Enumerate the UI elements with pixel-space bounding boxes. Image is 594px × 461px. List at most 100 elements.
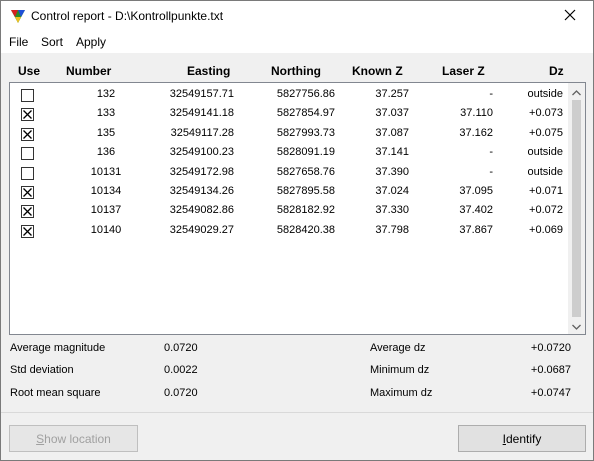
chevron-up-icon xyxy=(572,85,581,99)
cell-northing: 5827854.97 xyxy=(276,107,335,120)
cell-northing: 5828182.92 xyxy=(276,204,335,217)
window-title: Control report - D:\Kontrollpunkte.txt xyxy=(31,9,224,23)
cell-easting: 32549117.28 xyxy=(170,126,234,139)
cell-laser-z: - xyxy=(489,165,493,178)
scrollbar-thumb[interactable] xyxy=(572,100,581,317)
cell-laser-z: 37.095 xyxy=(459,185,493,197)
menu-file[interactable]: File xyxy=(9,35,28,49)
title-bar: Control report - D:\Kontrollpunkte.txt xyxy=(1,1,593,31)
cell-laser-z: 37.162 xyxy=(459,126,493,139)
menu-sort[interactable]: Sort xyxy=(41,35,63,49)
chevron-down-icon xyxy=(572,319,581,333)
checkbox-unchecked[interactable] xyxy=(21,147,34,161)
avg-dz-label: Average dz xyxy=(370,342,426,354)
cell-easting: 32549134.26 xyxy=(169,185,234,197)
checkbox-checked[interactable] xyxy=(21,127,34,141)
column-header-laser-z[interactable]: Laser Z xyxy=(442,64,485,78)
table-row[interactable]: 10131 32549172.98 5827658.76 37.390 - outside xyxy=(10,163,569,182)
cell-laser-z: 37.867 xyxy=(459,223,493,236)
cell-known-z: 37.024 xyxy=(375,185,409,197)
std-deviation-label: Std deviation xyxy=(10,364,74,376)
rms-value: 0.0720 xyxy=(164,387,198,399)
min-dz-value: +0.0687 xyxy=(530,364,571,376)
cell-easting: 32549172.98 xyxy=(169,165,234,178)
cell-number: 10134 xyxy=(90,185,122,197)
checkbox-checked[interactable] xyxy=(21,205,34,219)
cell-number: 133 xyxy=(96,107,116,120)
cell-number: 10140 xyxy=(90,223,122,236)
cell-northing: 5828091.19 xyxy=(276,146,335,159)
cell-laser-z: - xyxy=(489,146,493,159)
column-header-use[interactable]: Use xyxy=(18,64,40,78)
close-button[interactable] xyxy=(547,1,593,31)
cell-easting: 32549100.23 xyxy=(169,146,234,159)
cell-northing: 5827756.86 xyxy=(276,88,335,100)
cell-dz: +0.069 xyxy=(529,223,563,236)
identify-button[interactable]: Identify xyxy=(458,425,586,452)
triangle-color-icon xyxy=(10,8,26,24)
column-header-known-z[interactable]: Known Z xyxy=(352,64,403,78)
cell-number: 10137 xyxy=(90,204,122,217)
scroll-down-button[interactable] xyxy=(568,317,585,334)
cell-northing: 5827895.58 xyxy=(276,185,335,197)
checkbox-checked[interactable] xyxy=(21,186,34,199)
min-dz-label: Minimum dz xyxy=(370,364,430,376)
table-row[interactable]: 10140 32549029.27 5828420.38 37.798 37.867 +0… xyxy=(10,221,569,240)
cell-dz: +0.072 xyxy=(529,204,563,217)
cell-northing: 5827993.73 xyxy=(276,126,335,139)
cell-easting: 32549082.86 xyxy=(169,204,234,217)
vertical-scrollbar[interactable] xyxy=(568,83,585,334)
checkbox-checked[interactable] xyxy=(21,224,34,238)
table-row[interactable]: 132 32549157.71 5827756.86 37.257 - outside xyxy=(10,85,569,104)
max-dz-label: Maximum dz xyxy=(370,387,433,399)
close-icon xyxy=(564,9,576,24)
identify-label: Identify xyxy=(502,431,542,446)
column-header-number[interactable]: Number xyxy=(66,64,111,78)
cell-easting: 32549157.71 xyxy=(169,88,234,100)
cell-number: 132 xyxy=(96,88,116,100)
avg-magnitude-label: Average magnitude xyxy=(10,342,106,354)
statistics-panel: Average magnitude 0.0720 Std deviation 0… xyxy=(1,337,593,407)
cell-known-z: 37.037 xyxy=(375,107,409,120)
cell-known-z: 37.798 xyxy=(375,223,409,236)
cell-known-z: 37.257 xyxy=(375,88,409,100)
cell-known-z: 37.087 xyxy=(375,126,409,139)
rms-label: Root mean square xyxy=(10,387,101,399)
column-header-northing[interactable]: Northing xyxy=(271,64,321,78)
checkbox-unchecked[interactable] xyxy=(21,89,34,102)
cell-known-z: 37.141 xyxy=(375,146,409,159)
table-row[interactable]: 136 32549100.23 5828091.19 37.141 - outside xyxy=(10,143,569,162)
table-row[interactable]: 133 32549141.18 5827854.97 37.037 37.110 +0.0… xyxy=(10,104,569,123)
avg-magnitude-value: 0.0720 xyxy=(164,342,198,354)
table-row[interactable]: 10137 32549082.86 5828182.92 37.330 37.402 +0… xyxy=(10,201,569,220)
cell-laser-z: 37.402 xyxy=(459,204,493,217)
cell-dz: +0.073 xyxy=(529,107,563,120)
cell-dz: +0.071 xyxy=(529,185,563,197)
cell-number: 135 xyxy=(96,126,116,139)
cell-easting: 32549029.27 xyxy=(169,223,234,236)
checkbox-unchecked[interactable] xyxy=(21,166,34,180)
column-header-dz[interactable]: Dz xyxy=(549,64,564,78)
checkbox-checked[interactable] xyxy=(21,108,34,122)
table-row[interactable]: 10134 32549134.26 5827895.58 37.024 37.095 +0… xyxy=(10,182,569,201)
cell-known-z: 37.330 xyxy=(375,204,409,217)
cell-dz: +0.075 xyxy=(529,126,563,139)
scroll-up-button[interactable] xyxy=(568,83,585,100)
cell-dz: outside xyxy=(527,146,563,159)
max-dz-value: +0.0747 xyxy=(530,387,571,399)
menu-apply[interactable]: Apply xyxy=(76,35,106,49)
points-list[interactable]: 132 32549157.71 5827756.86 37.257 - outside 13… xyxy=(9,82,586,335)
control-report-window: Control report - D:\Kontrollpunkte.txt F… xyxy=(0,0,594,461)
show-location-label: Show location xyxy=(36,431,111,446)
cell-easting: 32549141.18 xyxy=(169,107,234,120)
column-header-easting[interactable]: Easting xyxy=(187,64,230,78)
cell-laser-z: - xyxy=(489,88,493,100)
table-row[interactable]: 135 32549117.28 5827993.73 37.087 37.162 +0.0… xyxy=(10,124,569,143)
button-bar: Show location Identify xyxy=(1,413,593,460)
avg-dz-value: +0.0720 xyxy=(530,342,571,354)
cell-number: 10131 xyxy=(90,165,122,178)
menu-bar: File Sort Apply xyxy=(1,31,593,53)
show-location-button[interactable]: Show location xyxy=(9,425,138,452)
cell-northing: 5828420.38 xyxy=(276,223,335,236)
cell-dz: outside xyxy=(527,165,563,178)
